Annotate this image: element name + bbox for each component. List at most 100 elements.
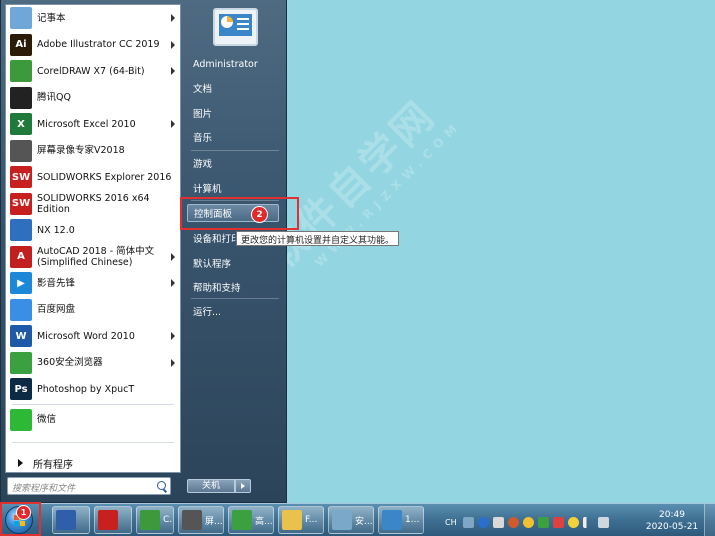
- search-placeholder: 搜索程序和文件: [12, 484, 76, 494]
- program-label: Photoshop by XpucT: [37, 383, 135, 395]
- program-label: CorelDRAW X7 (64-Bit): [37, 65, 145, 77]
- clock-date: 2020-05-21: [645, 522, 699, 532]
- program-label: SOLIDWORKS 2016 x64 Edition: [37, 192, 150, 215]
- program-label: 记事本: [37, 12, 66, 24]
- user-picture-line: [237, 18, 249, 20]
- program-item[interactable]: 腾讯QQ: [6, 85, 180, 112]
- image-viewer-icon: [382, 510, 402, 530]
- submenu-arrow-icon[interactable]: [171, 40, 175, 49]
- right-separator: [191, 298, 279, 299]
- program-item[interactable]: ▶ 影音先锋: [6, 270, 180, 297]
- program-label: AutoCAD 2018 - 简体中文 (Simplified Chinese): [37, 245, 155, 268]
- autocad-icon: A: [10, 245, 32, 268]
- taskbar-button-label: F...: [305, 515, 318, 525]
- illustrator-icon: Ai: [10, 33, 32, 56]
- program-label: SOLIDWORKS Explorer 2016: [37, 171, 172, 183]
- clock-time: 20:49: [659, 510, 685, 520]
- user-picture-line: [237, 23, 249, 25]
- right-item-pictures[interactable]: 图片: [187, 104, 283, 122]
- program-item[interactable]: 百度网盘: [6, 297, 180, 324]
- submenu-arrow-icon[interactable]: [171, 252, 175, 261]
- signal-icon[interactable]: [582, 516, 594, 528]
- right-item-games[interactable]: 游戏: [187, 154, 283, 172]
- right-item-user[interactable]: Administrator: [187, 55, 283, 73]
- taskbar-button[interactable]: [94, 506, 132, 534]
- program-label: 腾讯QQ: [37, 92, 71, 104]
- user-picture-line: [237, 28, 249, 30]
- submenu-arrow-icon[interactable]: [171, 279, 175, 287]
- taskbar-button[interactable]: [52, 506, 90, 534]
- program-item[interactable]: SW SOLIDWORKS 2016 x64 Edition: [6, 191, 180, 218]
- word-icon: W: [10, 325, 32, 348]
- user-avatar[interactable]: [213, 8, 258, 46]
- program-item[interactable]: 微信: [6, 407, 180, 434]
- program-item[interactable]: 屏幕录像专家V2018: [6, 138, 180, 165]
- search-icon[interactable]: [157, 481, 166, 490]
- program-item[interactable]: A AutoCAD 2018 - 简体中文 (Simplified Chinese…: [6, 244, 180, 271]
- program-item[interactable]: NX 12.0: [6, 217, 180, 244]
- program-label: 屏幕录像专家V2018: [37, 145, 125, 157]
- program-list: 记事本 Ai Adobe Illustrator CC 2019 CorelDRAW …: [6, 5, 180, 433]
- shield-icon[interactable]: [537, 516, 549, 528]
- program-item[interactable]: W Microsoft Word 2010: [6, 323, 180, 350]
- screen-recorder-taskbar-icon: [182, 510, 202, 530]
- taskbar-button[interactable]: 安...: [328, 506, 374, 534]
- program-label: 影音先锋: [37, 277, 76, 289]
- submenu-arrow-icon[interactable]: [171, 120, 175, 128]
- folder-icon: [282, 510, 302, 530]
- submenu-arrow-icon[interactable]: [171, 332, 175, 340]
- right-item-computer[interactable]: 计算机: [187, 179, 283, 197]
- shutdown-options-button[interactable]: [235, 479, 251, 493]
- security-icon[interactable]: [552, 516, 564, 528]
- taskbar-button[interactable]: 屏...: [178, 506, 224, 534]
- watermark-url: WWW.RJZXW.COM: [312, 117, 465, 270]
- 360-browser-taskbar-icon: [232, 510, 252, 530]
- pictures-label: 图片: [193, 109, 213, 120]
- solidworks-icon: SW: [10, 192, 32, 215]
- solidworks-taskbar-icon: [98, 510, 118, 530]
- search-input[interactable]: 搜索程序和文件: [7, 477, 171, 495]
- taskbar-button[interactable]: F...: [278, 506, 324, 534]
- step-badge-1: 1: [16, 505, 31, 520]
- right-item-default-programs[interactable]: 默认程序: [187, 254, 283, 272]
- program-item[interactable]: Ps Photoshop by XpucT: [6, 376, 180, 403]
- program-item[interactable]: SW SOLIDWORKS Explorer 2016: [6, 164, 180, 191]
- update-icon[interactable]: [567, 516, 579, 528]
- volume-icon[interactable]: [597, 516, 609, 528]
- show-desktop-button[interactable]: [704, 504, 715, 536]
- program-item[interactable]: 360安全浏览器: [6, 350, 180, 377]
- taskbar-button[interactable]: C...: [136, 506, 174, 534]
- wechat-icon: [10, 408, 32, 431]
- help-icon[interactable]: [477, 516, 489, 528]
- shutdown-button[interactable]: 关机: [187, 479, 235, 493]
- right-item-documents[interactable]: 文档: [187, 79, 283, 97]
- right-item-music[interactable]: 音乐: [187, 128, 283, 146]
- network-tray-icon[interactable]: [507, 516, 519, 528]
- control-panel-tooltip: 更改您的计算机设置并自定义其功能。: [236, 231, 400, 246]
- program-item[interactable]: Ai Adobe Illustrator CC 2019: [6, 32, 180, 59]
- qq-tray-icon[interactable]: [522, 516, 534, 528]
- arrow-right-icon: [18, 459, 23, 467]
- all-programs-button[interactable]: 所有程序: [10, 453, 176, 473]
- photoshop-icon: Ps: [10, 378, 32, 401]
- run-label: 运行...: [193, 307, 222, 318]
- taskbar-button[interactable]: 1...: [378, 506, 424, 534]
- program-item[interactable]: X Microsoft Excel 2010: [6, 111, 180, 138]
- taskbar-clock[interactable]: 20:49 2020-05-21: [642, 509, 702, 533]
- right-item-run[interactable]: 运行...: [187, 302, 283, 320]
- taskbar-button[interactable]: 高...: [228, 506, 274, 534]
- step-badge-2: 2: [251, 206, 268, 223]
- system-tray: CH: [445, 512, 613, 532]
- language-indicator[interactable]: CH: [445, 518, 457, 527]
- coreldraw-icon: [10, 60, 32, 83]
- program-item[interactable]: CorelDRAW X7 (64-Bit): [6, 58, 180, 85]
- paint-brush-icon: [56, 510, 76, 530]
- submenu-arrow-icon[interactable]: [171, 358, 175, 367]
- keyboard-icon[interactable]: [492, 516, 504, 528]
- program-label: 微信: [37, 414, 57, 426]
- input-method-icon[interactable]: [462, 516, 474, 528]
- submenu-arrow-icon[interactable]: [171, 14, 175, 22]
- submenu-arrow-icon[interactable]: [171, 67, 175, 75]
- right-item-help[interactable]: 帮助和支持: [187, 278, 283, 296]
- program-item[interactable]: 记事本: [6, 5, 180, 32]
